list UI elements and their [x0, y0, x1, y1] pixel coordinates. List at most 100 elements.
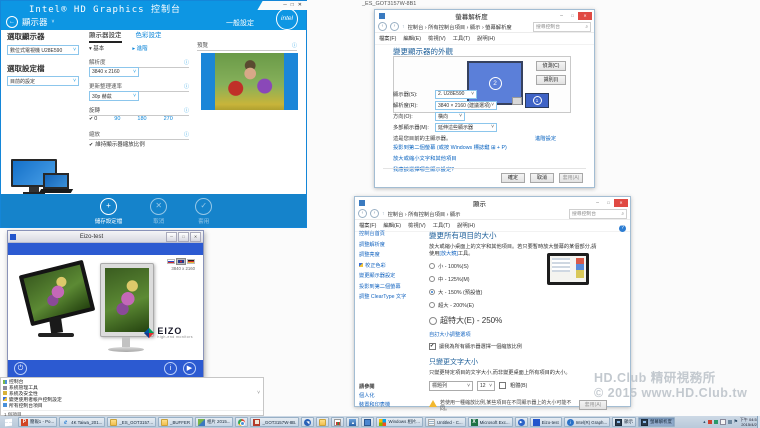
- detect-button[interactable]: 偵測(C): [536, 61, 566, 71]
- sidebar-task-link[interactable]: 變更顯示器設定: [359, 272, 425, 279]
- taskbar-button[interactable]: 簡報1 - Po...: [18, 417, 57, 427]
- taskbar-button[interactable]: 顯示: [612, 417, 636, 427]
- power-button[interactable]: ⏻: [14, 362, 27, 375]
- tray-volume-icon[interactable]: [720, 419, 726, 425]
- taskbar-button[interactable]: Microsoft Exc...: [468, 417, 513, 427]
- form-row-dropdown[interactable]: 橫向 ˅: [435, 112, 465, 121]
- rotation-option[interactable]: 180: [137, 116, 146, 122]
- footer-action-button[interactable]: ✕ 取消: [150, 198, 167, 227]
- ok-button[interactable]: 確定: [501, 173, 525, 183]
- minimize-icon[interactable]: ─: [556, 12, 567, 20]
- chevron-down-icon[interactable]: ˅: [257, 390, 260, 396]
- scaling-option-checkbox[interactable]: 維持顯示器縮放比例: [89, 140, 145, 148]
- up-arrow-icon[interactable]: ↑: [402, 24, 405, 30]
- maximize-icon[interactable]: □: [603, 199, 614, 207]
- tray-app-icon[interactable]: [714, 420, 718, 424]
- menu-item[interactable]: 工具(T): [453, 34, 470, 42]
- info-icon[interactable]: ⓘ: [184, 85, 189, 90]
- taskbar-button[interactable]: [515, 417, 528, 427]
- info-icon[interactable]: ⓘ: [184, 61, 189, 66]
- play-button[interactable]: ▶: [183, 362, 196, 375]
- up-arrow-icon[interactable]: ↑: [382, 211, 385, 217]
- info-icon[interactable]: ⓘ: [184, 109, 189, 114]
- profile-select-dropdown[interactable]: 目前的設定 ˅: [7, 76, 79, 86]
- advanced-settings-link[interactable]: 進階設定: [535, 134, 556, 142]
- refresh-rate-dropdown[interactable]: 30p 赫茲 ˅: [89, 91, 139, 101]
- taskbar-button[interactable]: [301, 417, 314, 427]
- close-icon[interactable]: ✕: [614, 199, 628, 207]
- taskbar-button[interactable]: Windows 相片...: [376, 417, 422, 427]
- chevron-down-icon[interactable]: ˅: [52, 19, 55, 25]
- scale-radio-option[interactable]: 中 - 125%(M): [429, 275, 627, 283]
- sidebar-task-link[interactable]: 調整亮度: [359, 251, 425, 258]
- scale-radio-option[interactable]: 超大 - 200%(E): [429, 301, 627, 309]
- identify-button[interactable]: 識別(I): [536, 75, 566, 85]
- menu-item[interactable]: 檢視(V): [408, 221, 426, 229]
- scale-radio-option[interactable]: 大 - 150% (預設值): [429, 288, 627, 296]
- breadcrumb[interactable]: 控制台 › 所有控制台項目 › 顯示 › 螢幕解析度: [408, 23, 531, 31]
- uk-flag-icon[interactable]: [177, 259, 185, 264]
- sidebar-task-link[interactable]: 調整 ClearType 文字: [359, 293, 425, 300]
- intel-general-settings-link[interactable]: 一般設定: [226, 18, 254, 28]
- germany-flag-icon[interactable]: [187, 259, 195, 264]
- taskbar-button[interactable]: _ES_GOT3157...: [107, 417, 156, 427]
- search-input[interactable]: 搜尋控制台 ⌕: [533, 22, 591, 32]
- see-also-link[interactable]: 個人化: [359, 392, 390, 399]
- apply-button[interactable]: 套用(A): [559, 173, 583, 183]
- taskbar-button[interactable]: [1, 417, 16, 427]
- tray-app-icon[interactable]: [708, 420, 712, 424]
- taskbar-button[interactable]: Intel(R) Graph...: [564, 417, 610, 427]
- taskbar-button[interactable]: [316, 417, 329, 427]
- taskbar-button[interactable]: 螢幕解析度: [638, 417, 675, 427]
- forward-arrow-icon[interactable]: ›: [390, 22, 399, 31]
- menu-item[interactable]: 工具(T): [433, 221, 450, 229]
- sidebar-task-link[interactable]: 控制台首頁: [359, 230, 425, 237]
- taskbar-button[interactable]: [346, 417, 359, 427]
- back-arrow-icon[interactable]: ‹: [358, 209, 367, 218]
- taskbar-button[interactable]: [361, 417, 374, 427]
- maximize-icon[interactable]: □: [178, 232, 189, 242]
- back-arrow-icon[interactable]: ‹: [378, 22, 387, 31]
- menu-item[interactable]: 編輯(E): [383, 221, 401, 229]
- tray-action-center-flag-icon[interactable]: ⚑: [734, 419, 738, 425]
- menu-item[interactable]: 說明(H): [477, 34, 495, 42]
- info-icon[interactable]: ⓘ: [292, 44, 297, 49]
- rotation-option[interactable]: 0: [89, 116, 97, 122]
- taskbar-button[interactable]: _GOT3157W-8B...: [250, 417, 299, 427]
- magnifier-link[interactable]: [放大鏡]: [439, 251, 457, 257]
- taskbar-button[interactable]: 4K Taiwa_201...: [59, 417, 105, 427]
- menu-item[interactable]: 檔案(F): [379, 34, 396, 42]
- menu-item[interactable]: 編輯(E): [403, 34, 421, 42]
- minimize-icon[interactable]: ─: [592, 199, 603, 207]
- taskbar-button[interactable]: Eizo-test: [530, 417, 562, 427]
- scale-radio-option[interactable]: 超特大(E) - 250%: [429, 315, 627, 326]
- display-select-dropdown[interactable]: 數位式電視機 U28E590 ˅: [7, 45, 79, 55]
- close-icon[interactable]: ✕: [190, 232, 201, 242]
- maximize-icon[interactable]: □: [567, 12, 578, 20]
- form-row-dropdown[interactable]: 延伸這些顯示器 ˅: [435, 123, 497, 132]
- resolution-dropdown[interactable]: 3840 x 2160 ˅: [89, 67, 139, 77]
- advanced-mode-toggle[interactable]: ▸ 進階: [132, 44, 147, 52]
- size-select-dropdown[interactable]: 12 ˅: [477, 381, 495, 391]
- bold-checkbox-icon[interactable]: [499, 382, 506, 389]
- breadcrumb[interactable]: 控制台 › 所有控制台項目 › 顯示: [388, 210, 567, 218]
- menu-item[interactable]: 檢視(V): [428, 34, 446, 42]
- minimize-icon[interactable]: ─: [166, 232, 177, 242]
- related-link[interactable]: 我應該選擇哪些顯示設定?: [393, 165, 507, 173]
- russia-flag-icon[interactable]: [167, 259, 175, 264]
- form-row-dropdown[interactable]: 3840 × 2160 (建議選項) ˅: [435, 101, 497, 110]
- close-icon[interactable]: ✕: [298, 2, 302, 8]
- form-row-dropdown[interactable]: 2. U28E590 ˅: [435, 90, 477, 99]
- menu-item[interactable]: 說明(H): [457, 221, 475, 229]
- taskbar-button[interactable]: 相片 2015...: [195, 417, 233, 427]
- footer-action-button[interactable]: + 儲存設定檔: [95, 198, 123, 227]
- footer-action-button[interactable]: ✓ 套用: [195, 198, 212, 227]
- forward-arrow-icon[interactable]: ›: [370, 209, 379, 218]
- tray-expand-icon[interactable]: ▴: [703, 419, 705, 425]
- taskbar-button[interactable]: [331, 417, 344, 427]
- scale-radio-option[interactable]: 小 - 100%(S): [429, 262, 627, 270]
- intel-section-title[interactable]: 顯示器: [22, 16, 48, 28]
- basic-mode-toggle[interactable]: ▾ 基本: [89, 44, 104, 52]
- rotation-option[interactable]: 90: [114, 116, 120, 122]
- search-input[interactable]: 搜尋控制台 ⌕: [569, 209, 627, 219]
